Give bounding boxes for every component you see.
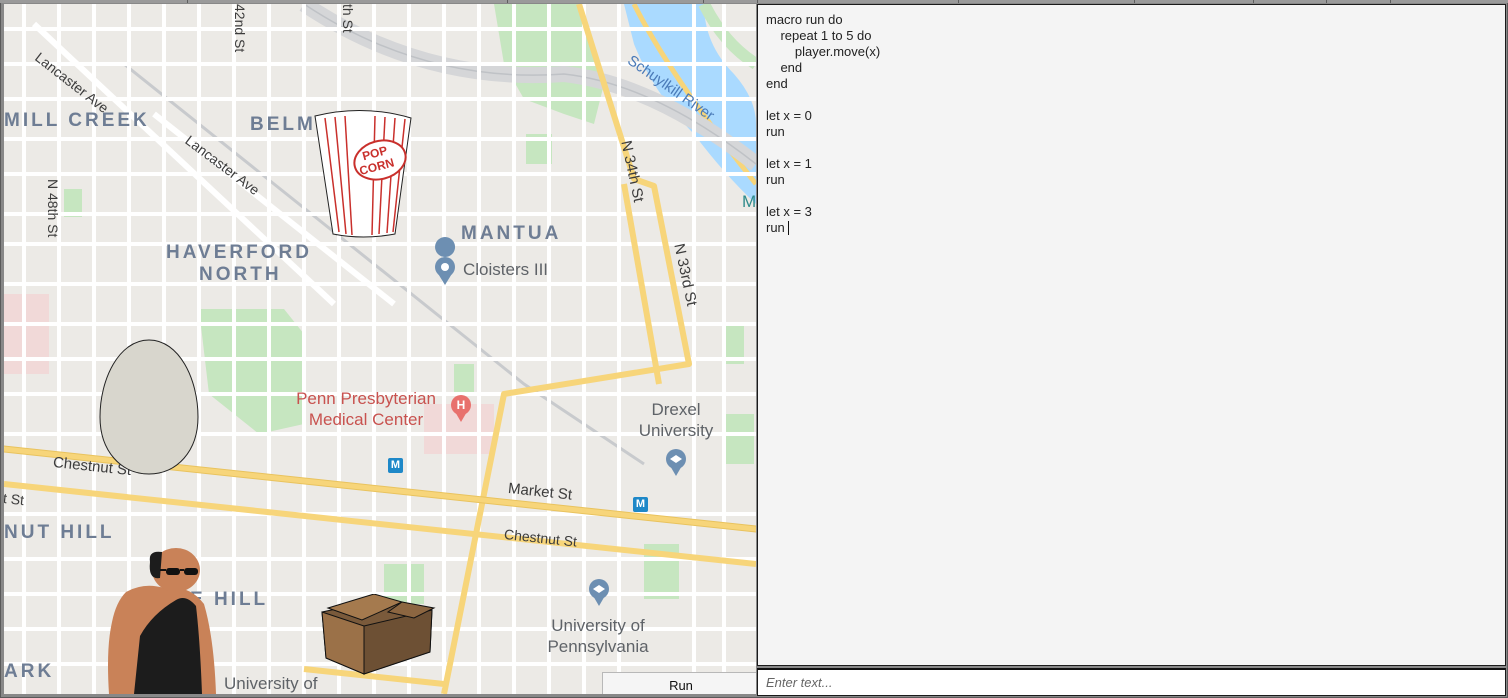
game-canvas[interactable]: MILL CREEK BELM HAVERFORD NORTH MANTUA N… <box>4 4 756 694</box>
command-input[interactable] <box>757 668 1506 696</box>
top-tab-strip <box>0 0 1508 3</box>
street-40th: th St <box>340 4 356 33</box>
street-walnut: t St <box>4 490 25 509</box>
poi-hospital-line2: Medical Center <box>308 410 424 429</box>
label-north: NORTH <box>199 264 282 285</box>
metro-icon-1: M <box>390 459 401 471</box>
street-42nd: 42nd St <box>232 4 248 53</box>
hospital-h-icon: H <box>456 398 466 412</box>
poi-upenn: University of Pennsylvania <box>536 615 660 657</box>
label-park: ARK <box>4 661 55 682</box>
label-haverford: HAVERFORD <box>166 242 312 263</box>
label-mantua: MANTUA <box>461 223 562 244</box>
text-caret <box>788 221 789 235</box>
poi-cloisters: Cloisters III <box>463 260 549 279</box>
label-river-cut: M <box>742 192 756 211</box>
label-belmont: BELM <box>250 114 316 135</box>
takeout-box-sprite[interactable] <box>318 594 436 678</box>
poi-drexel-line1: Drexel <box>651 400 701 419</box>
poi-hospital: Penn Presbyterian Medical Center <box>286 388 446 430</box>
metro-icon-2: M <box>635 498 646 510</box>
run-button[interactable]: Run <box>602 672 756 694</box>
code-text[interactable]: macro run do repeat 1 to 5 do player.mov… <box>766 12 880 236</box>
label-mill-creek: MILL CREEK <box>4 110 150 131</box>
street-n48th: N 48th St <box>45 179 61 238</box>
code-editor[interactable]: macro run do repeat 1 to 5 do player.mov… <box>757 4 1506 666</box>
player-sprite[interactable] <box>104 548 226 694</box>
label-chestnut-hill: NUT HILL <box>4 522 115 543</box>
egg-sprite[interactable] <box>99 339 199 475</box>
poi-drexel: Drexel University <box>630 399 722 441</box>
poi-upenn-line2: Pennsylvania <box>547 637 649 656</box>
poi-drexel-line2: University <box>638 421 714 440</box>
poi-hospital-line1: Penn Presbyterian <box>296 389 436 408</box>
poi-upenn-bottom: University of <box>224 674 318 693</box>
poi-upenn-line1: University of <box>551 616 645 635</box>
popcorn-sprite[interactable]: POP CORN <box>313 108 415 240</box>
